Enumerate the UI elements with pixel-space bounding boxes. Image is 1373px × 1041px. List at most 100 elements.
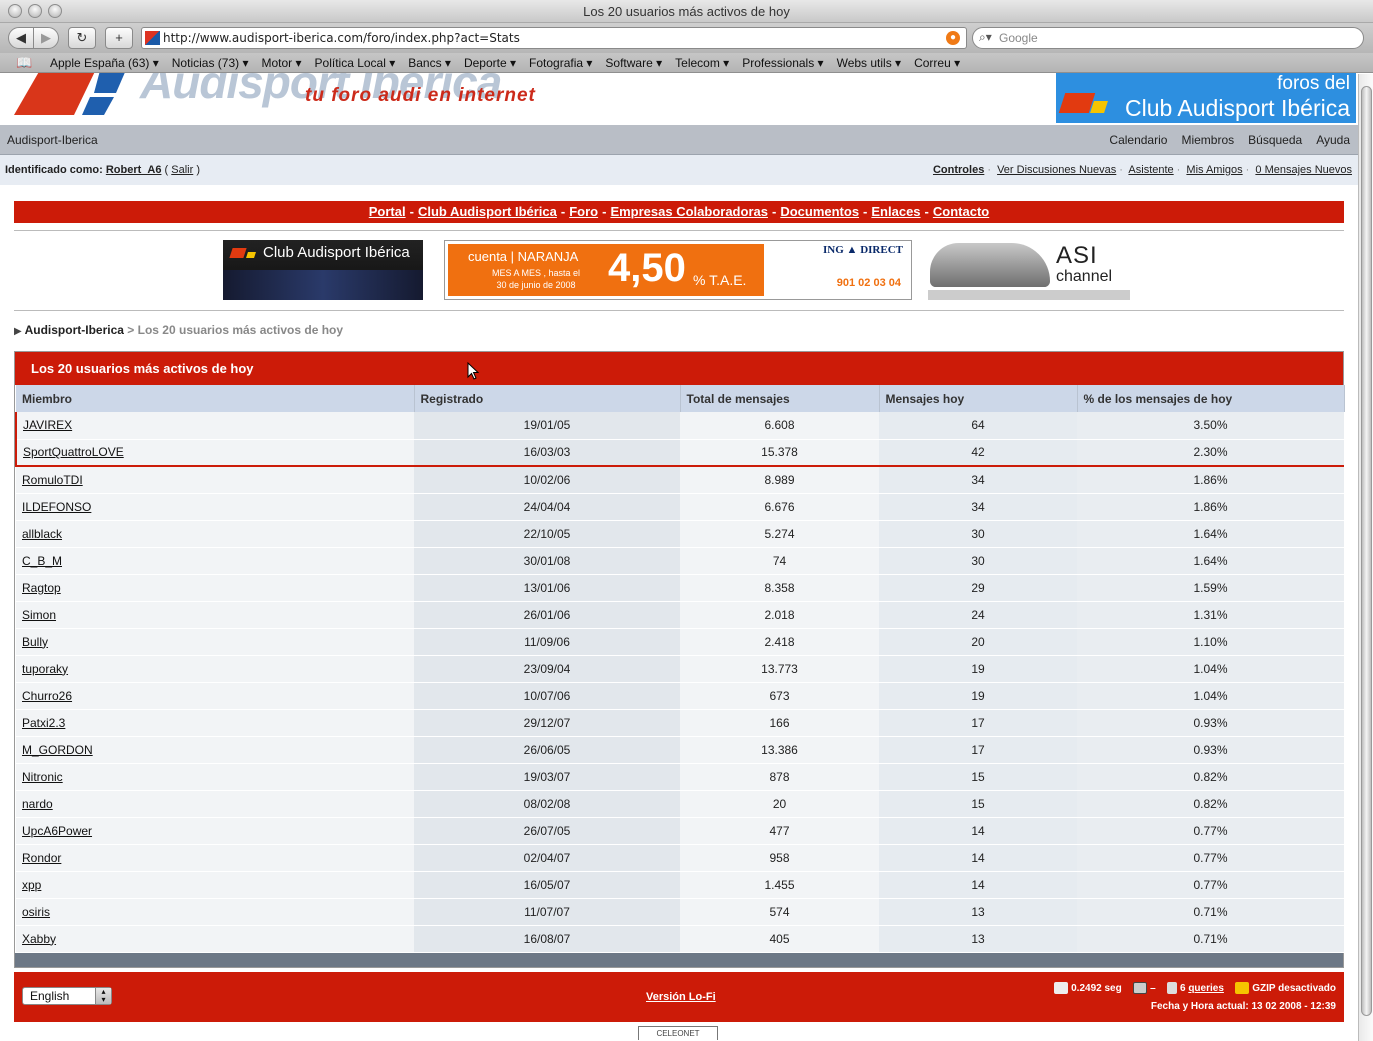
video-controls[interactable]: [928, 290, 1130, 300]
nav-miembros[interactable]: Miembros: [1181, 133, 1234, 147]
logout-link[interactable]: Salir: [171, 164, 193, 176]
member-link[interactable]: osiris: [22, 905, 50, 919]
bookmark-professionals[interactable]: Professionals ▾: [742, 56, 823, 70]
menu-empresas[interactable]: Empresas Colaboradoras: [610, 204, 768, 219]
nav-calendario[interactable]: Calendario: [1109, 133, 1167, 147]
menu-portal[interactable]: Portal: [369, 204, 406, 219]
reload-button[interactable]: ↻: [68, 27, 96, 49]
username-link[interactable]: Robert_A6: [106, 164, 162, 176]
member-link[interactable]: JAVIREX: [23, 418, 72, 432]
back-button[interactable]: ◀: [8, 27, 34, 49]
asi-channel-ad[interactable]: ASI channel: [928, 240, 1130, 300]
bookmark-deporte[interactable]: Deporte ▾: [464, 56, 516, 70]
member-link[interactable]: Nitronic: [22, 770, 63, 784]
breadcrumb: ▶ Audisport-Iberica > Los 20 usuarios má…: [14, 323, 343, 337]
address-bar[interactable]: http://www.audisport-iberica.com/foro/in…: [141, 27, 967, 49]
bookmark-fotografia[interactable]: Fotografia ▾: [529, 56, 592, 70]
col-header-member[interactable]: Miembro: [16, 385, 415, 412]
lofi-version-link[interactable]: Versión Lo-Fi: [646, 991, 716, 1003]
col-header-posts-today[interactable]: Mensajes hoy: [879, 385, 1078, 412]
navbar-site-name[interactable]: Audisport-Iberica: [7, 133, 98, 147]
bookmark-politica-local[interactable]: Política Local ▾: [315, 56, 396, 70]
cell-registered: 23/09/04: [414, 655, 680, 683]
cell-percent-today: 1.64%: [1077, 520, 1344, 548]
member-link[interactable]: SportQuattroLOVE: [23, 445, 124, 459]
member-link[interactable]: nardo: [22, 797, 53, 811]
member-link[interactable]: Simon: [22, 608, 56, 622]
club-ad-banner[interactable]: Club Audisport Ibérica: [223, 240, 423, 300]
nav-ayuda[interactable]: Ayuda: [1316, 133, 1350, 147]
assistant-link[interactable]: Asistente: [1128, 164, 1173, 176]
address-url[interactable]: http://www.audisport-iberica.com/foro/in…: [163, 31, 520, 45]
forward-button[interactable]: ▶: [33, 27, 59, 49]
zoom-window-button[interactable]: [48, 4, 62, 18]
menu-documentos[interactable]: Documentos: [780, 204, 859, 219]
member-link[interactable]: C_B_M: [22, 554, 62, 568]
bookmark-bancs[interactable]: Bancs ▾: [408, 56, 451, 70]
clock-icon: [1054, 982, 1069, 995]
col-header-registered[interactable]: Registrado: [414, 385, 681, 412]
cell-registered: 26/06/05: [414, 736, 680, 764]
search-icon[interactable]: ⌕▾: [979, 30, 992, 45]
table-row: xpp 16/05/07 1.455 14 0.77%: [16, 871, 1344, 899]
search-field[interactable]: ⌕▾ Google: [972, 27, 1364, 49]
cell-total-posts: 13.386: [680, 736, 879, 764]
rss-feed-icon[interactable]: ●: [946, 31, 960, 45]
bookmark-telecom[interactable]: Telecom ▾: [675, 56, 729, 70]
member-link[interactable]: Bully: [22, 635, 48, 649]
bookmark-noticias[interactable]: Noticias (73) ▾: [172, 56, 249, 70]
member-link[interactable]: UpcA6Power: [22, 824, 92, 838]
language-select[interactable]: English ▴ ▾: [22, 987, 112, 1005]
club-ad-logo-accent-icon: [246, 252, 256, 258]
ing-ad-banner[interactable]: cuenta | NARANJA MES A MES , hasta el 30…: [444, 240, 912, 300]
server-stats: 0.2492 seg – 6 queries GZIP desactivado …: [1051, 980, 1336, 1016]
cell-member: RomuloTDI: [16, 466, 414, 494]
cell-percent-today: 1.59%: [1077, 574, 1344, 602]
new-discussions-link[interactable]: Ver Discusiones Nuevas: [997, 164, 1116, 176]
table-row: Xabby 16/08/07 405 13 0.71%: [16, 925, 1344, 953]
bookmarks-book-icon[interactable]: 📖: [16, 55, 38, 71]
bookmark-apple-espana[interactable]: Apple España (63) ▾: [50, 56, 159, 70]
audisport-logo-icon[interactable]: [4, 73, 134, 115]
bookmark-motor[interactable]: Motor ▾: [261, 56, 301, 70]
member-link[interactable]: xpp: [22, 878, 41, 892]
site-banner: Audisport Ibérica tu foro audi en intern…: [0, 73, 1358, 125]
breadcrumb-home[interactable]: Audisport-Iberica: [25, 323, 124, 337]
celeonet-badge[interactable]: CELEONET: [638, 1026, 718, 1040]
menu-contacto[interactable]: Contacto: [933, 204, 989, 219]
member-link[interactable]: ILDEFONSO: [22, 500, 91, 514]
member-link[interactable]: allblack: [22, 527, 62, 541]
close-window-button[interactable]: [8, 4, 22, 18]
cell-member: Churro26: [16, 682, 414, 710]
new-messages-link[interactable]: 0 Mensajes Nuevos: [1255, 164, 1352, 176]
friends-link[interactable]: Mis Amigos: [1186, 164, 1242, 176]
bookmark-software[interactable]: Software ▾: [605, 56, 662, 70]
add-bookmark-button[interactable]: +: [105, 27, 133, 49]
cell-total-posts: 405: [680, 925, 879, 953]
menu-foro[interactable]: Foro: [569, 204, 598, 219]
member-link[interactable]: Churro26: [22, 689, 72, 703]
col-header-percent-today[interactable]: % de los mensajes de hoy: [1077, 385, 1345, 412]
member-link[interactable]: Xabby: [22, 932, 56, 946]
member-link[interactable]: M_GORDON: [22, 743, 93, 757]
scrollbar-thumb[interactable]: [1361, 86, 1372, 1016]
member-link[interactable]: Rondor: [22, 851, 61, 865]
nav-busqueda[interactable]: Búsqueda: [1248, 133, 1302, 147]
member-link[interactable]: Patxi2.3: [22, 716, 65, 730]
member-link[interactable]: RomuloTDI: [22, 473, 83, 487]
plus-icon: +: [115, 30, 123, 45]
bookmark-correu[interactable]: Correu ▾: [914, 56, 960, 70]
vertical-scrollbar[interactable]: [1358, 74, 1373, 1041]
club-banner[interactable]: foros del Club Audisport Ibérica: [1056, 73, 1356, 123]
club-logo-yellow-icon: [1090, 101, 1108, 113]
minimize-window-button[interactable]: [28, 4, 42, 18]
cell-total-posts: 166: [680, 709, 879, 737]
menu-club[interactable]: Club Audisport Ibérica: [418, 204, 557, 219]
controles-link[interactable]: Controles: [933, 164, 984, 176]
member-link[interactable]: tuporaky: [22, 662, 68, 676]
menu-enlaces[interactable]: Enlaces: [871, 204, 920, 219]
col-header-total-posts[interactable]: Total de mensajes: [680, 385, 880, 412]
bookmark-webs-utils[interactable]: Webs utils ▾: [837, 56, 902, 70]
queries-link[interactable]: queries: [1188, 983, 1224, 994]
member-link[interactable]: Ragtop: [22, 581, 61, 595]
